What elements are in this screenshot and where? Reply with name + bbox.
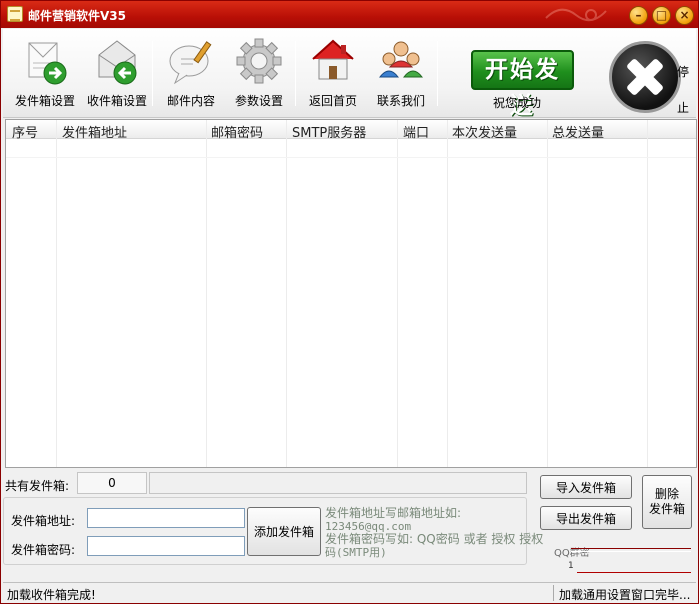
stop-label: 停止 bbox=[677, 65, 690, 115]
password-label: 发件箱密码: bbox=[11, 543, 76, 557]
home-button[interactable]: 返回首页 bbox=[305, 37, 361, 115]
outbox-table[interactable]: 序号 发件箱地址 邮箱密码 SMTP服务器 端口 本次发送量 总发送量 bbox=[5, 119, 697, 468]
outbox-settings-icon bbox=[28, 42, 67, 85]
hint-text: 发件箱地址写邮箱地址如: 123456@qq.com 发件箱密码写如: QQ密码… bbox=[325, 506, 555, 560]
table-header: 序号 发件箱地址 邮箱密码 SMTP服务器 端口 本次发送量 总发送量 bbox=[6, 120, 696, 141]
start-send-button[interactable]: 开始发送 bbox=[471, 50, 574, 119]
minimize-button[interactable]: – bbox=[629, 6, 648, 25]
address-label: 发件箱地址: bbox=[11, 514, 76, 528]
mail-content-icon bbox=[169, 41, 212, 85]
wish-success-text: 祝您成功 bbox=[493, 96, 542, 110]
maximize-button[interactable]: □ bbox=[652, 6, 671, 25]
outbox-count-label: 共有发件箱: bbox=[5, 479, 70, 493]
delete-outbox-button[interactable]: 删除 发件箱 bbox=[642, 475, 692, 529]
column-divider bbox=[206, 120, 207, 467]
column-divider bbox=[447, 120, 448, 467]
inbox-settings-button[interactable]: 收件箱设置 bbox=[87, 37, 147, 115]
address-input[interactable] bbox=[87, 508, 245, 528]
status-right-text: 加载通用设置窗口完毕... bbox=[559, 588, 691, 602]
qq-divider bbox=[571, 548, 691, 552]
contact-people-icon bbox=[378, 41, 424, 78]
toolbar-separator bbox=[437, 41, 438, 106]
status-separator bbox=[553, 585, 554, 601]
hint-line-4: 码(SMTP用) bbox=[325, 546, 387, 559]
qq-small-text: 1 bbox=[568, 561, 574, 571]
column-divider bbox=[286, 120, 287, 467]
stop-button[interactable] bbox=[609, 41, 681, 113]
title-bar[interactable]: 邮件营销软件V35 – □ × bbox=[1, 1, 698, 28]
parameter-settings-label: 参数设置 bbox=[234, 94, 283, 108]
add-outbox-button[interactable]: 添加发件箱 bbox=[247, 507, 321, 556]
column-header-address[interactable]: 发件箱地址 bbox=[62, 122, 127, 141]
main-window: 邮件营销软件V35 – □ × 发件箱设置 收件箱设置 邮件内容 参数设置 返回… bbox=[0, 0, 699, 604]
column-header-port[interactable]: 端口 bbox=[403, 122, 429, 141]
status-left-text: 加载收件箱完成! bbox=[7, 588, 96, 602]
mail-content-label: 邮件内容 bbox=[166, 94, 215, 108]
column-divider bbox=[397, 120, 398, 467]
outbox-settings-label: 发件箱设置 bbox=[14, 94, 75, 108]
outbox-settings-button[interactable]: 发件箱设置 bbox=[15, 37, 75, 115]
column-divider bbox=[56, 120, 57, 467]
contact-us-label: 联系我们 bbox=[376, 94, 425, 108]
contact-us-button[interactable]: 联系我们 bbox=[373, 37, 429, 115]
qq-divider-red bbox=[577, 572, 691, 573]
parameter-settings-button[interactable]: 参数设置 bbox=[231, 37, 287, 115]
window-title: 邮件营销软件V35 bbox=[28, 9, 126, 23]
count-status-panel bbox=[149, 472, 527, 494]
close-window-button[interactable]: × bbox=[675, 6, 694, 25]
row-divider bbox=[6, 157, 696, 158]
app-mail-icon bbox=[7, 6, 23, 22]
export-outbox-button[interactable]: 导出发件箱 bbox=[540, 506, 632, 530]
mail-content-button[interactable]: 邮件内容 bbox=[163, 37, 219, 115]
column-header-sent-this-time[interactable]: 本次发送量 bbox=[452, 122, 517, 141]
outbox-count-value: 0 bbox=[77, 472, 147, 494]
hint-line-3: 发件箱密码写如: QQ密码 或者 授权 授权 bbox=[325, 532, 544, 546]
home-icon bbox=[312, 39, 354, 80]
column-divider bbox=[647, 120, 648, 467]
home-label: 返回首页 bbox=[308, 94, 357, 108]
status-bar: 加载收件箱完成! 加载通用设置窗口完毕... bbox=[3, 582, 696, 602]
hint-line-1: 发件箱地址写邮箱地址如: bbox=[325, 506, 462, 520]
inbox-settings-icon bbox=[98, 40, 137, 85]
inbox-settings-label: 收件箱设置 bbox=[86, 94, 147, 108]
title-decoration-icon bbox=[545, 8, 607, 22]
column-header-index[interactable]: 序号 bbox=[12, 122, 38, 141]
gear-icon bbox=[236, 38, 282, 84]
column-header-password[interactable]: 邮箱密码 bbox=[211, 122, 263, 141]
password-input[interactable] bbox=[87, 536, 245, 556]
column-header-smtp[interactable]: SMTP服务器 bbox=[292, 122, 366, 141]
delete-label-line-2: 发件箱 bbox=[648, 502, 685, 516]
delete-label-line-1: 删除 bbox=[654, 487, 679, 501]
column-divider bbox=[547, 120, 548, 467]
column-header-total-sent[interactable]: 总发送量 bbox=[552, 122, 604, 141]
toolbar: 发件箱设置 收件箱设置 邮件内容 参数设置 返回首页 联系我们 开始发送 祝您成… bbox=[3, 29, 696, 119]
import-outbox-button[interactable]: 导入发件箱 bbox=[540, 475, 632, 499]
